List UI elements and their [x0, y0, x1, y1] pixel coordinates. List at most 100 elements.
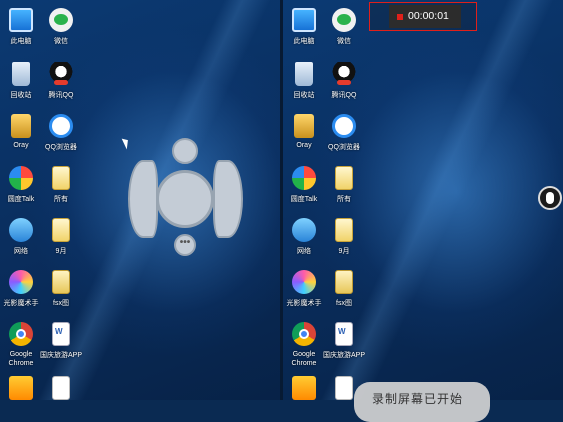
desktop-icon-label: QQ浏览器 [328, 144, 360, 151]
desktop-right: 此电脑 微信 回收站 腾讯QQ Oray QQ浏览器 圆度Talk 所有 网络 … [283, 0, 563, 400]
desktop-icon-recycle-bin[interactable]: 回收站 [283, 62, 325, 100]
desktop-icon-label: 回收站 [293, 92, 315, 99]
desktop-icon-this-pc[interactable]: 此电脑 [0, 8, 42, 46]
desktop-icon-network[interactable]: 网络 [0, 218, 42, 256]
qq-browser-icon [49, 114, 73, 138]
archive-icon [52, 270, 70, 294]
desktop-icon-fsx[interactable]: fsx图 [323, 270, 365, 308]
desktop-icon-folder-all[interactable]: 所有 [323, 166, 365, 204]
float-top-button[interactable] [172, 138, 198, 164]
desktop-icon-label: 回收站 [10, 92, 32, 99]
desktop-icon-folder-september[interactable]: 9月 [40, 218, 82, 256]
desktop-icon-chrome[interactable]: Google Chrome [0, 322, 42, 368]
desktop-icon-recycle-bin[interactable]: 回收站 [0, 62, 42, 100]
desktop-icon-this-pc[interactable]: 此电脑 [283, 8, 325, 46]
media-player-icon [292, 376, 316, 400]
oray-icon [294, 114, 314, 138]
wechat-icon [49, 8, 73, 32]
desktop-icon-wechat[interactable]: 微信 [40, 8, 82, 46]
desktop-icon-network[interactable]: 网络 [283, 218, 325, 256]
desktop-icon-talk[interactable]: 圆度Talk [0, 166, 42, 204]
desktop-icon-photo-editor[interactable]: 光影魔术手 [283, 270, 325, 308]
desktop-icon-label: QQ浏览器 [45, 144, 77, 151]
qq-icon [332, 62, 356, 86]
chrome-icon [9, 322, 33, 346]
more-options-button[interactable]: ••• [174, 234, 196, 256]
document-icon [52, 322, 70, 346]
desktop-icon-oray[interactable]: Oray [283, 114, 325, 149]
recycle-bin-icon [295, 62, 313, 86]
desktop-icon-label: fsx图 [53, 300, 69, 307]
this-pc-icon [292, 8, 316, 32]
desktop-icon-label: 国庆旅游APP [40, 352, 83, 359]
desktop-icon-label: Google Chrome [291, 351, 317, 367]
blank-file-icon [52, 376, 70, 400]
recording-timer-frame[interactable]: 00:00:01 [369, 2, 477, 31]
talk-icon [9, 166, 33, 190]
chrome-icon [292, 322, 316, 346]
archive-icon [335, 270, 353, 294]
desktop-icon-label: 圆度Talk [7, 196, 35, 203]
desktop-icon-travel-app[interactable]: 国庆旅游APP [323, 322, 365, 360]
oray-icon [11, 114, 31, 138]
desktop-icon-label: 腾讯QQ [331, 92, 357, 99]
desktop-icon-blank-file[interactable] [40, 376, 82, 400]
desktop-icon-qq-browser[interactable]: QQ浏览器 [323, 114, 365, 152]
desktop-icon-qq[interactable]: 腾讯QQ [323, 62, 365, 100]
desktop-icon-qq[interactable]: 腾讯QQ [40, 62, 82, 100]
desktop-icon-folder-september[interactable]: 9月 [323, 218, 365, 256]
talk-icon [292, 166, 316, 190]
network-icon [9, 218, 33, 242]
photo-editor-icon [292, 270, 316, 294]
floating-control-widget[interactable]: ••• [128, 138, 243, 258]
float-left-segment[interactable] [128, 160, 158, 238]
desktop-icon-oray[interactable]: Oray [0, 114, 42, 149]
wechat-icon [332, 8, 356, 32]
desktop-icon-label: 网络 [297, 248, 311, 255]
desktop-icon-folder-all[interactable]: 所有 [40, 166, 82, 204]
media-player-icon [9, 376, 33, 400]
desktop-icon-chrome[interactable]: Google Chrome [283, 322, 325, 368]
desktop-icon-travel-app[interactable]: 国庆旅游APP [40, 322, 82, 360]
blank-file-icon [335, 376, 353, 400]
desktop-icon-label: 微信 [337, 38, 351, 45]
desktop-icon-talk[interactable]: 圆度Talk [283, 166, 325, 204]
desktop-icon-fsx[interactable]: fsx图 [40, 270, 82, 308]
recording-timer: 00:00:01 [408, 10, 449, 22]
desktop-icon-wechat[interactable]: 微信 [323, 8, 365, 46]
desktop-icon-label: 此电脑 [293, 38, 315, 45]
desktop-icon-media-player[interactable] [283, 376, 325, 400]
recording-started-toast: 录制屏幕已开始 [354, 382, 490, 422]
this-pc-icon [9, 8, 33, 32]
desktop-icon-media-player[interactable] [0, 376, 42, 400]
desktop-icon-qq-browser[interactable]: QQ浏览器 [40, 114, 82, 152]
desktop-icon-label: 光影魔术手 [3, 300, 39, 307]
folder-icon [52, 166, 70, 190]
folder-icon [335, 166, 353, 190]
desktop-left: 此电脑 微信 回收站 腾讯QQ Oray QQ浏览器 圆度Talk 所有 网络 … [0, 0, 280, 400]
desktop-icon-label: 网络 [14, 248, 28, 255]
desktop-icon-photo-editor[interactable]: 光影魔术手 [0, 270, 42, 308]
recycle-bin-icon [12, 62, 30, 86]
desktop-icon-label: Oray [13, 142, 29, 149]
desktop-icon-label: 微信 [54, 38, 68, 45]
float-right-segment[interactable] [213, 160, 243, 238]
folder-icon [52, 218, 70, 242]
desktop-icon-label: Oray [296, 142, 312, 149]
desktop-icon-label: 此电脑 [10, 38, 32, 45]
folder-icon [335, 218, 353, 242]
desktop-icon-label: 国庆旅游APP [323, 352, 366, 359]
desktop-icon-label: fsx图 [336, 300, 352, 307]
desktop-icon-label: 圆度Talk [290, 196, 318, 203]
qq-icon [49, 62, 73, 86]
desktop-icon-label: 9月 [338, 248, 350, 255]
float-center-button[interactable] [156, 170, 214, 228]
document-icon [335, 322, 353, 346]
desktop-icon-label: 所有 [54, 196, 68, 203]
record-stop-icon[interactable] [397, 14, 403, 20]
mouse-icon[interactable] [538, 186, 562, 210]
qq-browser-icon [332, 114, 356, 138]
photo-editor-icon [9, 270, 33, 294]
network-icon [292, 218, 316, 242]
desktop-icon-label: Google Chrome [8, 351, 34, 367]
